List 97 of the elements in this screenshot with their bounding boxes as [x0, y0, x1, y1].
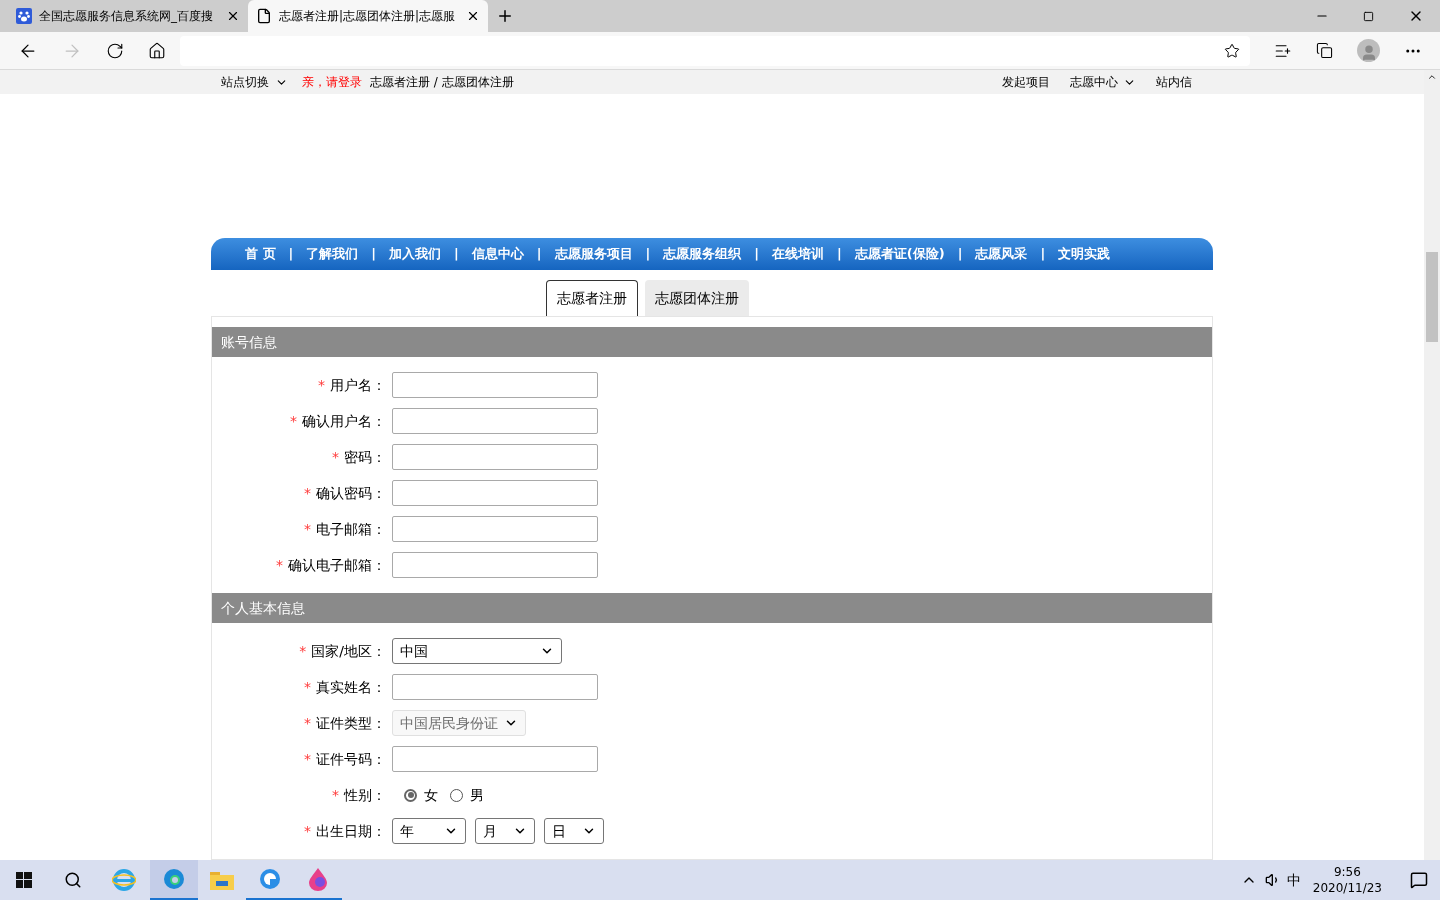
register-links[interactable]: 志愿者注册 / 志愿团体注册 [370, 73, 514, 92]
edge-browser-icon [162, 867, 186, 891]
notifications-icon[interactable] [1410, 871, 1428, 889]
nav-separator: | [837, 245, 842, 264]
clock[interactable]: 9:56 2020/11/23 [1312, 864, 1382, 896]
dropdown-select[interactable]: 日 [544, 818, 604, 844]
favorite-icon[interactable] [1224, 42, 1240, 59]
login-link[interactable]: 亲，请登录 [302, 73, 362, 92]
browser-tab[interactable]: 志愿者注册|志愿团体注册|志愿服 [248, 0, 488, 32]
required-mark: * [299, 641, 307, 661]
nav-separator: | [536, 245, 542, 264]
field-label: 证件类型： [316, 713, 386, 733]
text-field[interactable] [392, 552, 598, 578]
required-mark: * [304, 519, 311, 539]
windows-start-icon[interactable] [16, 872, 32, 888]
required-mark: * [304, 821, 311, 841]
radio-label: 男 [470, 785, 484, 805]
app-icon [258, 867, 282, 891]
home-icon[interactable] [148, 41, 166, 60]
refresh-icon[interactable] [106, 41, 124, 60]
required-mark: * [276, 555, 283, 575]
nav-separator: | [957, 245, 963, 264]
close-icon[interactable] [466, 9, 480, 23]
dropdown-select[interactable]: 月 [475, 818, 535, 844]
required-mark: * [304, 749, 311, 769]
registration-tab[interactable]: 志愿者注册 [545, 280, 638, 316]
site-switch[interactable]: 站点切换 [221, 73, 269, 92]
top-link[interactable]: 站内信 [1156, 73, 1192, 92]
required-mark: * [304, 677, 311, 697]
text-field[interactable] [392, 746, 598, 772]
taskbar-app[interactable] [150, 860, 198, 900]
dropdown-select[interactable]: 中国 [392, 638, 562, 664]
section-header: 个人基本信息 [212, 593, 1212, 623]
nav-separator: | [645, 245, 651, 264]
profile-avatar[interactable] [1357, 39, 1380, 62]
scrollbar-thumb[interactable] [1426, 252, 1438, 342]
nav-link[interactable]: 首 页 [245, 244, 276, 264]
dropdown-select[interactable]: 年 [392, 818, 466, 844]
nav-separator: | [1040, 245, 1046, 264]
page-icon [256, 8, 272, 24]
radio-button[interactable] [450, 788, 463, 802]
nav-link[interactable]: 志愿服务项目 [554, 244, 633, 264]
tab-title: 志愿者注册|志愿团体注册|志愿服 [279, 8, 457, 25]
nav-link[interactable]: 信息中心 [471, 244, 524, 264]
tab-title: 全国志愿服务信息系统网_百度搜 [39, 8, 214, 25]
nav-separator: | [371, 245, 377, 264]
field-label: 国家/地区： [311, 641, 386, 661]
field-label: 密码： [344, 447, 386, 467]
field-label: 性别： [344, 785, 386, 805]
radio-button[interactable] [404, 788, 417, 802]
field-label: 用户名： [330, 375, 386, 395]
scroll-up-icon[interactable] [1427, 72, 1437, 82]
field-label: 真实姓名： [316, 677, 386, 697]
nav-link[interactable]: 在线培训 [772, 244, 825, 264]
new-tab-icon[interactable] [496, 7, 514, 25]
required-mark: * [332, 447, 339, 467]
nav-link[interactable]: 加入我们 [389, 244, 442, 264]
nav-link[interactable]: 志愿服务组织 [663, 244, 742, 264]
registration-tab[interactable]: 志愿团体注册 [644, 280, 749, 316]
collections-icon[interactable] [1316, 42, 1333, 59]
required-mark: * [318, 375, 325, 395]
text-field[interactable] [392, 480, 598, 506]
search-icon[interactable] [64, 871, 82, 889]
nav-separator: | [288, 245, 294, 264]
field-label: 确认用户名： [302, 411, 386, 431]
required-mark: * [304, 713, 311, 733]
paw-icon [16, 8, 32, 24]
text-field[interactable] [392, 444, 598, 470]
close-icon[interactable] [226, 9, 240, 23]
nav-link[interactable]: 了解我们 [306, 244, 359, 264]
nav-link[interactable]: 文明实践 [1058, 244, 1111, 264]
section-header: 账号信息 [212, 327, 1212, 357]
required-mark: * [332, 785, 339, 805]
ime-indicator[interactable]: 中 [1286, 869, 1301, 891]
nav-separator: | [754, 245, 760, 264]
field-label: 电子邮箱： [316, 519, 386, 539]
field-label: 证件号码： [316, 749, 386, 769]
text-field[interactable] [392, 372, 598, 398]
scrollbar[interactable] [1424, 70, 1440, 860]
top-link[interactable]: 志愿中心 [1070, 73, 1136, 92]
nav-separator: | [454, 245, 459, 264]
field-label: 确认电子邮箱： [288, 555, 386, 575]
nav-link[interactable]: 志愿者证(保险) [854, 244, 945, 264]
restore-icon[interactable] [1363, 10, 1374, 22]
field-label: 确认密码： [316, 483, 386, 503]
drop-icon [307, 867, 329, 891]
text-field[interactable] [392, 674, 598, 700]
required-mark: * [290, 411, 297, 431]
browser-tab[interactable]: 全国志愿服务信息系统网_百度搜 [8, 0, 248, 32]
folder-icon[interactable] [210, 870, 234, 890]
text-field[interactable] [392, 516, 598, 542]
nav-link[interactable]: 志愿风采 [975, 244, 1028, 264]
radio-label: 女 [424, 785, 438, 805]
top-link[interactable]: 发起项目 [1002, 73, 1050, 92]
required-mark: * [304, 483, 311, 503]
field-label: 出生日期： [316, 821, 386, 841]
text-field[interactable] [392, 408, 598, 434]
